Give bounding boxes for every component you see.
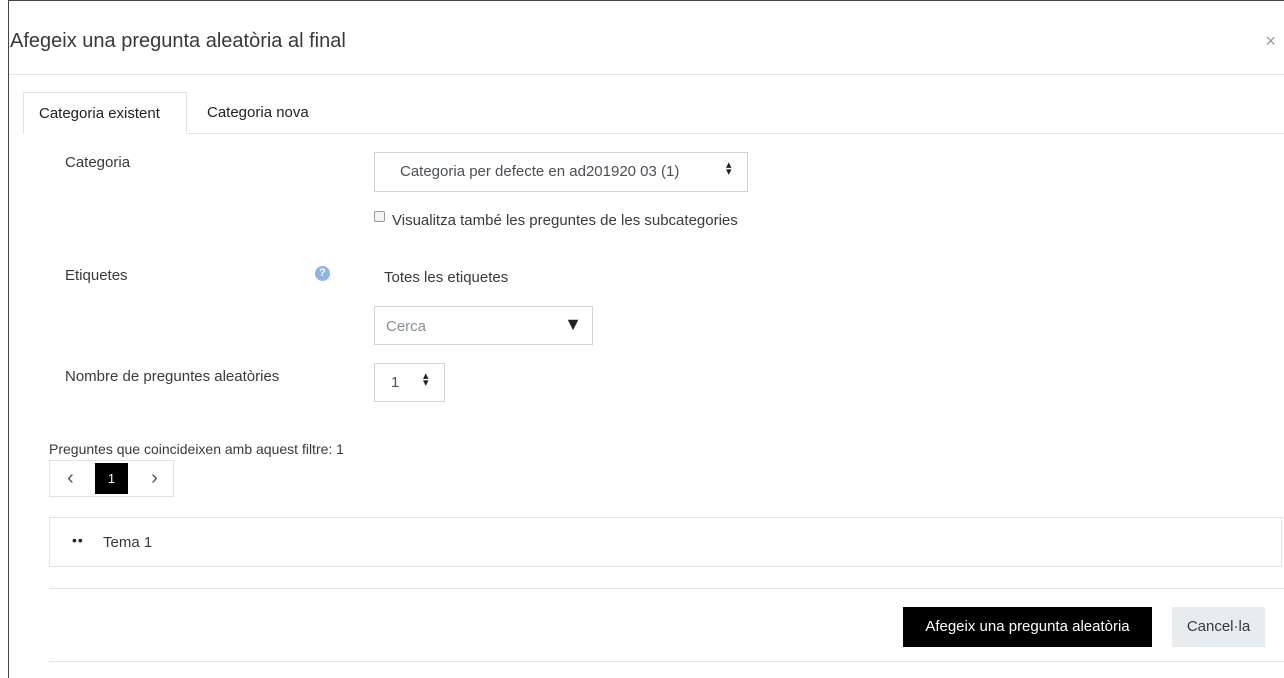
pagination-prev-button[interactable]: ‹ <box>52 461 89 496</box>
random-count-label: Nombre de preguntes aleatòries <box>65 368 280 385</box>
filter-match-text: Preguntes que coincideixen amb aquest fi… <box>49 441 344 457</box>
pagination-current-page[interactable]: 1 <box>95 463 128 494</box>
modal-title: Afegeix una pregunta aleatòria al final <box>10 30 346 52</box>
subcategories-checkbox[interactable] <box>374 211 385 222</box>
sort-arrows-icon: ▴ ▾ <box>423 370 429 389</box>
pagination: ‹ 1 › <box>49 460 174 497</box>
list-item: Tema 1 <box>103 534 153 551</box>
footer-divider <box>49 588 1284 589</box>
close-icon[interactable]: × <box>1265 31 1276 52</box>
sort-arrows-icon: ▴ ▾ <box>726 159 732 178</box>
footer-divider-bottom <box>49 661 1284 662</box>
question-circle-icon[interactable]: ? <box>315 266 330 281</box>
bullet-dots-icon: •• <box>72 532 84 548</box>
tags-search-placeholder: Cerca <box>386 318 427 335</box>
caret-down-icon: ▼ <box>564 314 582 334</box>
cancel-button[interactable]: Cancel·la <box>1172 607 1265 647</box>
random-count-value: 1 <box>391 374 400 391</box>
tab-existing-category[interactable]: Categoria existent <box>23 92 187 134</box>
tab-bar: Categoria existent Categoria nova <box>23 92 1284 134</box>
tags-search-dropdown[interactable]: Cerca ▼ <box>374 306 593 345</box>
tags-value: Totes les etiquetes <box>384 269 509 286</box>
subcategories-checkbox-label[interactable]: Visualitza també les preguntes de les su… <box>392 212 738 229</box>
category-select-value: Categoria per defecte en ad201920 03 (1) <box>400 163 680 180</box>
modal-header: Afegeix una pregunta aleatòria al final … <box>9 1 1284 75</box>
question-list: •• Tema 1 <box>49 517 1282 567</box>
tags-label: Etiquetes <box>65 267 128 284</box>
category-label: Categoria <box>65 154 131 171</box>
category-select[interactable]: Categoria per defecte en ad201920 03 (1)… <box>374 152 748 192</box>
modal-dialog: Afegeix una pregunta aleatòria al final … <box>8 0 1284 678</box>
tab-new-category[interactable]: Categoria nova <box>192 92 324 132</box>
pagination-next-button[interactable]: › <box>136 461 173 496</box>
add-random-question-button[interactable]: Afegeix una pregunta aleatòria <box>903 607 1152 647</box>
random-count-select[interactable]: 1 ▴ ▾ <box>374 363 445 402</box>
